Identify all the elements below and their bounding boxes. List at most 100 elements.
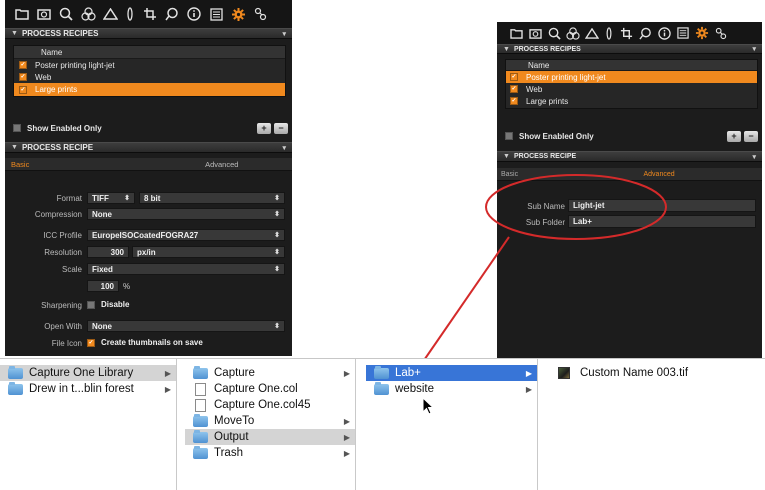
recipe-row-large-prints[interactable]: ✓ Large prints	[506, 95, 757, 107]
magnifier-icon[interactable]	[546, 25, 562, 41]
recipe-checkbox[interactable]: ✓	[510, 73, 518, 81]
focus-icon[interactable]	[637, 25, 653, 41]
section-menu-icon[interactable]: ▾	[752, 45, 756, 53]
finder-item-label: Capture	[214, 367, 255, 379]
recipe-label: Poster printing light-jet	[35, 60, 115, 70]
sub-folder-field[interactable]: Lab+	[568, 215, 756, 228]
finder-item-moveto[interactable]: MoveTo ▶	[185, 413, 355, 429]
add-recipe-button[interactable]: +	[727, 130, 741, 142]
library-icon[interactable]	[508, 25, 524, 41]
tab-advanced[interactable]: Advanced	[152, 158, 293, 170]
finder-item-custom-name-tif[interactable]: Custom Name 003.tif	[550, 365, 765, 381]
list-icon[interactable]	[675, 25, 691, 41]
finder-column-1: Capture One Library ▶ Drew in t...blin fo…	[0, 359, 177, 490]
add-recipe-button[interactable]: +	[257, 122, 271, 134]
output-icon[interactable]	[713, 25, 729, 41]
disclosure-triangle-icon[interactable]: ▼	[11, 144, 18, 151]
mouse-cursor-icon	[422, 397, 434, 415]
disclosure-triangle-icon[interactable]: ▼	[503, 46, 510, 53]
gear-icon[interactable]	[694, 25, 710, 41]
lens-icon[interactable]	[603, 25, 615, 41]
chevron-right-icon: ▶	[525, 384, 532, 394]
recipe-row-web[interactable]: ✓ Web	[14, 71, 285, 83]
create-thumbnails-checkbox[interactable]: ✓	[87, 338, 95, 347]
finder-item-capture[interactable]: Capture ▶	[185, 365, 355, 381]
folder-icon	[374, 381, 389, 395]
compression-select[interactable]: None ⬍	[87, 208, 285, 220]
camera-icon[interactable]	[527, 25, 543, 41]
finder-item-lab-plus[interactable]: Lab+ ▶	[366, 365, 537, 381]
process-recipe-header[interactable]: ▼ PROCESS RECIPE ▾	[5, 142, 292, 153]
focus-icon[interactable]	[163, 5, 181, 23]
format-select[interactable]: TIFF ⬍	[87, 192, 135, 204]
folder-icon	[8, 365, 23, 379]
remove-recipe-button[interactable]: −	[274, 122, 288, 134]
scale-select[interactable]: Fixed ⬍	[87, 263, 285, 275]
info-icon[interactable]	[185, 5, 203, 23]
recipe-checkbox[interactable]: ✓	[510, 85, 518, 93]
open-with-select[interactable]: None ⬍	[87, 320, 285, 332]
finder-item-capture-one-col[interactable]: Capture One.col	[185, 381, 355, 397]
recipe-checkbox[interactable]: ✓	[510, 97, 518, 105]
section-menu-icon[interactable]: ▾	[282, 30, 286, 38]
info-icon[interactable]	[656, 25, 672, 41]
show-enabled-checkbox[interactable]	[13, 124, 21, 132]
recipe-label: Web	[35, 72, 52, 82]
disclosure-triangle-icon[interactable]: ▼	[503, 153, 510, 160]
finder-item-output[interactable]: Output ▶	[185, 429, 355, 445]
resolution-input[interactable]: 300	[87, 246, 129, 258]
exposure-icon[interactable]	[584, 25, 600, 41]
tab-advanced[interactable]: Advanced	[620, 168, 763, 180]
finder-item-capture-one-library[interactable]: Capture One Library ▶	[0, 365, 176, 381]
stepper-arrows-icon: ⬍	[274, 210, 280, 218]
scale-percent-input[interactable]: 100	[87, 280, 119, 292]
process-recipe-header[interactable]: ▼ PROCESS RECIPE ▾	[497, 151, 762, 162]
crop-icon[interactable]	[618, 25, 634, 41]
color-circles-icon[interactable]	[565, 25, 581, 41]
sub-name-field[interactable]: Light-jet	[568, 199, 756, 212]
list-column-header[interactable]: Name	[14, 46, 285, 59]
sharpening-checkbox[interactable]	[87, 300, 95, 309]
process-recipes-header[interactable]: ▼ PROCESS RECIPES ▾	[497, 44, 762, 54]
output-icon[interactable]	[251, 5, 269, 23]
recipe-row-poster[interactable]: ✓ Poster printing light-jet	[506, 71, 757, 83]
recipe-checkbox[interactable]: ✓	[19, 61, 27, 69]
recipe-row-large-prints[interactable]: ✓ Large prints	[14, 83, 285, 96]
file-icon-label: File Icon	[51, 339, 82, 348]
finder-item-capture-one-col45[interactable]: Capture One.col45	[185, 397, 355, 413]
gear-icon[interactable]	[229, 5, 247, 23]
recipe-row-poster[interactable]: ✓ Poster printing light-jet	[14, 59, 285, 71]
recipe-row-web[interactable]: ✓ Web	[506, 83, 757, 95]
exposure-icon[interactable]	[101, 5, 119, 23]
icc-profile-select[interactable]: EuropeISOCoatedFOGRA27 ⬍	[87, 229, 285, 241]
process-recipes-header[interactable]: ▼ PROCESS RECIPES ▾	[5, 28, 292, 39]
remove-recipe-button[interactable]: −	[744, 130, 758, 142]
resolution-unit-select[interactable]: px/in ⬍	[132, 246, 285, 258]
section-menu-icon[interactable]: ▾	[282, 144, 286, 152]
finder-item-trash[interactable]: Trash ▶	[185, 445, 355, 461]
recipe-checkbox[interactable]: ✓	[19, 85, 27, 94]
stepper-arrows-icon: ⬍	[274, 265, 280, 273]
section-menu-icon[interactable]: ▾	[752, 153, 756, 161]
finder-item-drew-forest[interactable]: Drew in t...blin forest ▶	[0, 381, 176, 397]
list-column-header[interactable]: Name	[506, 60, 757, 71]
disclosure-triangle-icon[interactable]: ▼	[11, 30, 18, 37]
lens-icon[interactable]	[123, 5, 137, 23]
finder-item-website[interactable]: website ▶	[366, 381, 537, 397]
tab-basic[interactable]: Basic	[497, 168, 620, 180]
camera-icon[interactable]	[35, 5, 53, 23]
create-thumbnails-toggle[interactable]: ✓ Create thumbnails on save	[87, 338, 203, 347]
tab-basic[interactable]: Basic	[5, 158, 152, 170]
library-icon[interactable]	[13, 5, 31, 23]
show-enabled-checkbox[interactable]	[505, 132, 513, 140]
sharpening-toggle[interactable]: Disable	[87, 300, 129, 309]
color-circles-icon[interactable]	[79, 5, 97, 23]
chevron-right-icon: ▶	[164, 368, 171, 378]
list-icon[interactable]	[207, 5, 225, 23]
stepper-arrows-icon: ⬍	[274, 322, 280, 330]
magnifier-icon[interactable]	[57, 5, 75, 23]
crop-icon[interactable]	[141, 5, 159, 23]
recipe-checkbox[interactable]: ✓	[19, 73, 27, 81]
bit-depth-select[interactable]: 8 bit ⬍	[139, 192, 285, 204]
recipe-list: Name ✓ Poster printing light-jet ✓ Web ✓…	[505, 59, 758, 109]
